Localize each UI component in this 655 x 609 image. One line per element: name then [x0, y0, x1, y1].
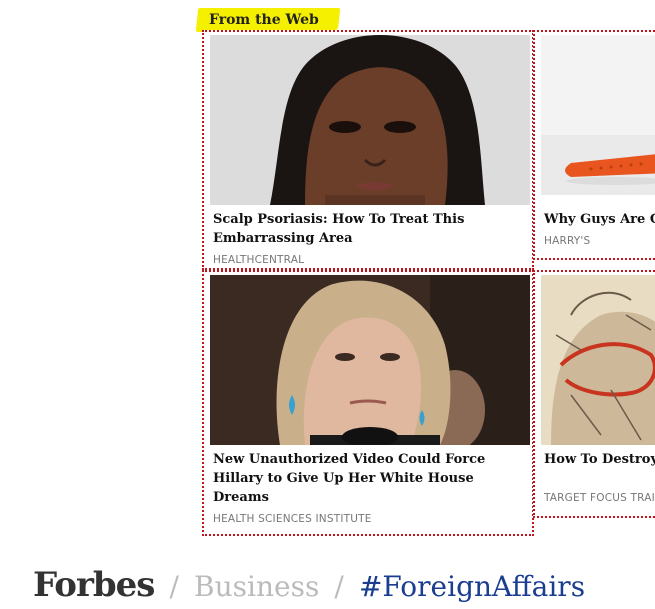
- brand-logo[interactable]: Forbes: [33, 565, 155, 605]
- breadcrumb-separator: /: [169, 570, 179, 603]
- content-card[interactable]: New Unauthorized Video Could Force Hilla…: [202, 270, 534, 536]
- content-card[interactable]: How To Destroy Using Only You TARGET FOC…: [533, 270, 655, 518]
- breadcrumb-section[interactable]: Business: [194, 570, 319, 603]
- card-image[interactable]: [210, 35, 530, 205]
- section-header: From the Web: [209, 12, 319, 28]
- content-card[interactable]: Why Guys Are C HARRY'S: [533, 30, 655, 260]
- card-title[interactable]: Why Guys Are C: [544, 210, 655, 229]
- card-title[interactable]: New Unauthorized Video Could Force Hilla…: [213, 450, 513, 507]
- card-source: HEALTHCENTRAL: [213, 254, 305, 266]
- card-source: HEALTH SCIENCES INSTITUTE: [213, 513, 372, 525]
- card-image[interactable]: [541, 275, 655, 445]
- content-card[interactable]: Scalp Psoriasis: How To Treat This Embar…: [202, 30, 534, 270]
- card-title[interactable]: Scalp Psoriasis: How To Treat This Embar…: [213, 210, 513, 248]
- card-source: TARGET FOCUS TRAIN: [544, 492, 655, 504]
- card-image[interactable]: [210, 275, 530, 445]
- breadcrumb: Forbes / Business / #ForeignAffairs: [33, 565, 585, 609]
- breadcrumb-topic[interactable]: #ForeignAffairs: [359, 570, 585, 603]
- card-title[interactable]: How To Destroy Using Only You: [544, 450, 655, 469]
- card-source: HARRY'S: [544, 235, 591, 247]
- breadcrumb-separator: /: [334, 570, 344, 603]
- card-image[interactable]: [541, 35, 655, 205]
